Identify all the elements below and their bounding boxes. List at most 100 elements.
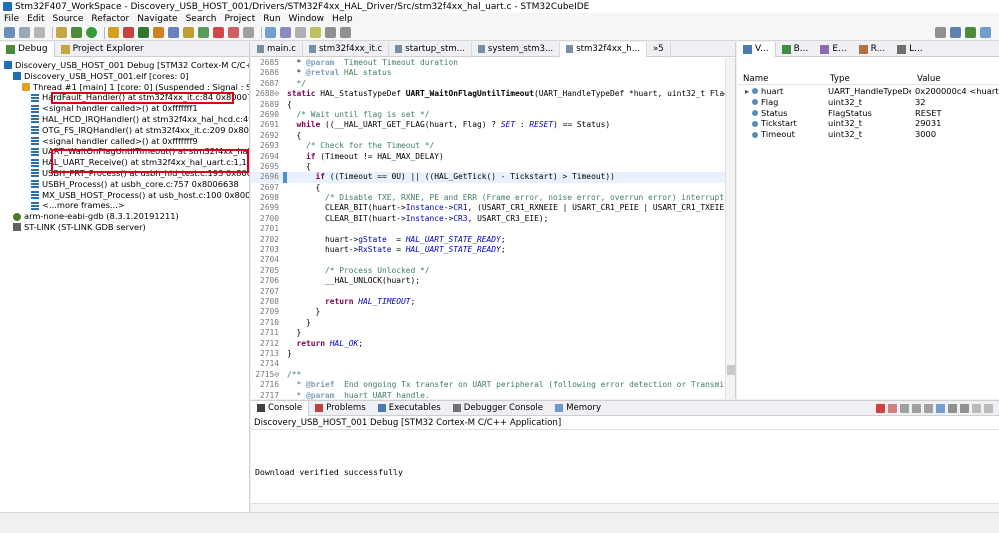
editor-tab[interactable]: stm32f4xx_h... (560, 41, 647, 57)
tab-debug[interactable]: Debug (0, 41, 55, 57)
disconnect-icon[interactable] (213, 27, 224, 38)
editor-tab[interactable]: main.c (251, 41, 303, 57)
maximize-icon[interactable] (984, 404, 993, 413)
resume-icon[interactable] (108, 27, 119, 38)
variable-row[interactable]: ▸ huart UART_HandleTypeDef *0x200000c4 <hu… (737, 86, 999, 97)
remove-launch-icon[interactable] (888, 404, 897, 413)
line-number: 2687 (259, 78, 279, 88)
debug-tree-item[interactable]: Discovery_USB_HOST_001 Debug [STM32 Cort… (0, 60, 249, 71)
terminate-icon[interactable] (123, 27, 134, 38)
line-number: 2713 (259, 348, 279, 358)
debug-icon[interactable] (71, 27, 82, 38)
menu-help[interactable]: Help (328, 14, 357, 24)
search-icon[interactable] (935, 27, 946, 38)
forward-icon[interactable] (340, 27, 351, 38)
search-icon[interactable] (280, 27, 291, 38)
back-icon[interactable] (325, 27, 336, 38)
variables-tab[interactable]: R... (853, 42, 892, 57)
menu-navigate[interactable]: Navigate (133, 14, 181, 24)
toggle-mark-icon[interactable] (295, 27, 306, 38)
debug-tree-item[interactable]: Thread #1 [main] 1 [core: 0] (Suspended … (0, 82, 249, 93)
open-console-icon[interactable] (960, 404, 969, 413)
save-all-icon[interactable] (34, 27, 45, 38)
debug-tree-item[interactable]: OTG_FS_IRQHandler() at stm32f4xx_it.c:20… (0, 125, 249, 136)
reset-icon[interactable] (228, 27, 239, 38)
save-icon[interactable] (19, 27, 30, 38)
column-header-value[interactable]: Value (911, 74, 999, 84)
perspective-switcher (935, 27, 995, 38)
scrollbar-thumb[interactable] (727, 365, 735, 375)
clear-console-icon[interactable] (900, 404, 909, 413)
variable-row[interactable]: Timeout uint32_t 3000 (737, 129, 999, 140)
variable-value[interactable]: 32 (911, 97, 999, 108)
console-tab[interactable]: Debugger Console (447, 401, 549, 416)
variables-tab[interactable]: B... (776, 42, 815, 57)
console-tab[interactable]: Executables (372, 401, 447, 416)
menu-refactor[interactable]: Refactor (87, 14, 133, 24)
stop-icon[interactable] (243, 27, 254, 38)
variable-value[interactable]: 3000 (911, 129, 999, 140)
status-bar (0, 512, 999, 533)
cplusplus-perspective-icon[interactable] (950, 27, 961, 38)
variable-icon (752, 120, 758, 127)
debug-tree-item[interactable]: USBH_Process() at usbh_core.c:757 0x8006… (0, 179, 249, 190)
column-header-type[interactable]: Type (824, 74, 911, 84)
frame-icon (31, 180, 39, 189)
minimize-icon[interactable] (972, 404, 981, 413)
editor-scrollbar[interactable] (725, 58, 735, 399)
display-console-icon[interactable] (948, 404, 957, 413)
variable-row[interactable]: Flag uint32_t 32 (737, 97, 999, 108)
debug-tree-item[interactable]: Discovery_USB_HOST_001.elf [cores: 0] (0, 71, 249, 82)
open-type-icon[interactable] (265, 27, 276, 38)
variable-value[interactable]: RESET (911, 108, 999, 119)
step-over-icon[interactable] (153, 27, 164, 38)
new-icon[interactable] (4, 27, 15, 38)
menu-run[interactable]: Run (259, 14, 284, 24)
menu-window[interactable]: Window (285, 14, 329, 24)
column-header-name[interactable]: Name (737, 74, 824, 84)
instruction-step-icon[interactable] (183, 27, 194, 38)
menu-edit[interactable]: Edit (23, 14, 48, 24)
variables-tab[interactable]: E... (814, 42, 852, 57)
menu-file[interactable]: File (0, 14, 23, 24)
editor-tab[interactable]: stm32f4xx_it.c (303, 41, 390, 57)
debug-tree-item[interactable]: ST-LINK (ST-LINK GDB server) (0, 222, 249, 233)
expand-icon[interactable]: ▸ (745, 86, 752, 97)
code-view[interactable]: 2685 * @param Timeout Timeout duration 26… (251, 58, 725, 420)
editor-tab[interactable]: startup_stm... (389, 41, 472, 57)
menu-source[interactable]: Source (49, 14, 88, 24)
console-tab[interactable]: Memory (549, 401, 607, 416)
variable-row[interactable]: Status FlagStatus RESET (737, 108, 999, 119)
variable-row[interactable]: Tickstart uint32_t 29031 (737, 118, 999, 129)
pin-console-icon[interactable] (936, 404, 945, 413)
step-return-icon[interactable] (168, 27, 179, 38)
editor-tab[interactable]: system_stm3... (472, 41, 561, 57)
debug-tree-item[interactable]: <signal handler called>() at 0xfffffff9 (0, 136, 249, 147)
editor-tab[interactable]: »5 (647, 41, 671, 57)
code-text: { (287, 130, 302, 140)
tab-project-explorer[interactable]: Project Explorer (55, 42, 150, 57)
build-icon[interactable] (56, 27, 67, 38)
variable-value[interactable]: 0x200000c4 <huart2> (911, 86, 999, 97)
annotation-icon[interactable] (310, 27, 321, 38)
terminate-icon[interactable] (876, 404, 885, 413)
debug-perspective-icon[interactable] (965, 27, 976, 38)
debug-tree-item[interactable]: <signal handler called>() at 0xfffffff1 (0, 103, 249, 114)
restart-icon[interactable] (198, 27, 209, 38)
debug-tree-item[interactable]: HAL_HCD_IRQHandler() at stm32f4xx_hal_hc… (0, 114, 249, 125)
open-perspective-icon[interactable] (980, 27, 991, 38)
console-tab[interactable]: Problems (309, 401, 372, 416)
variable-value[interactable]: 29031 (911, 118, 999, 129)
variables-tab[interactable]: V... (737, 41, 776, 57)
debug-tree-item[interactable]: arm-none-eabi-gdb (8.3.1.20191211) (0, 211, 249, 222)
word-wrap-icon[interactable] (924, 404, 933, 413)
run-icon[interactable] (86, 27, 97, 38)
scroll-lock-icon[interactable] (912, 404, 921, 413)
step-into-icon[interactable] (138, 27, 149, 38)
menu-project[interactable]: Project (220, 14, 259, 24)
variables-tab[interactable]: L... (891, 42, 929, 57)
menu-search[interactable]: Search (182, 14, 221, 24)
console-tab[interactable]: Console (251, 400, 310, 416)
debug-tree-item[interactable]: MX_USB_HOST_Process() at usb_host.c:100 … (0, 190, 249, 201)
debug-tree-item[interactable]: <...more frames...> (0, 200, 249, 211)
